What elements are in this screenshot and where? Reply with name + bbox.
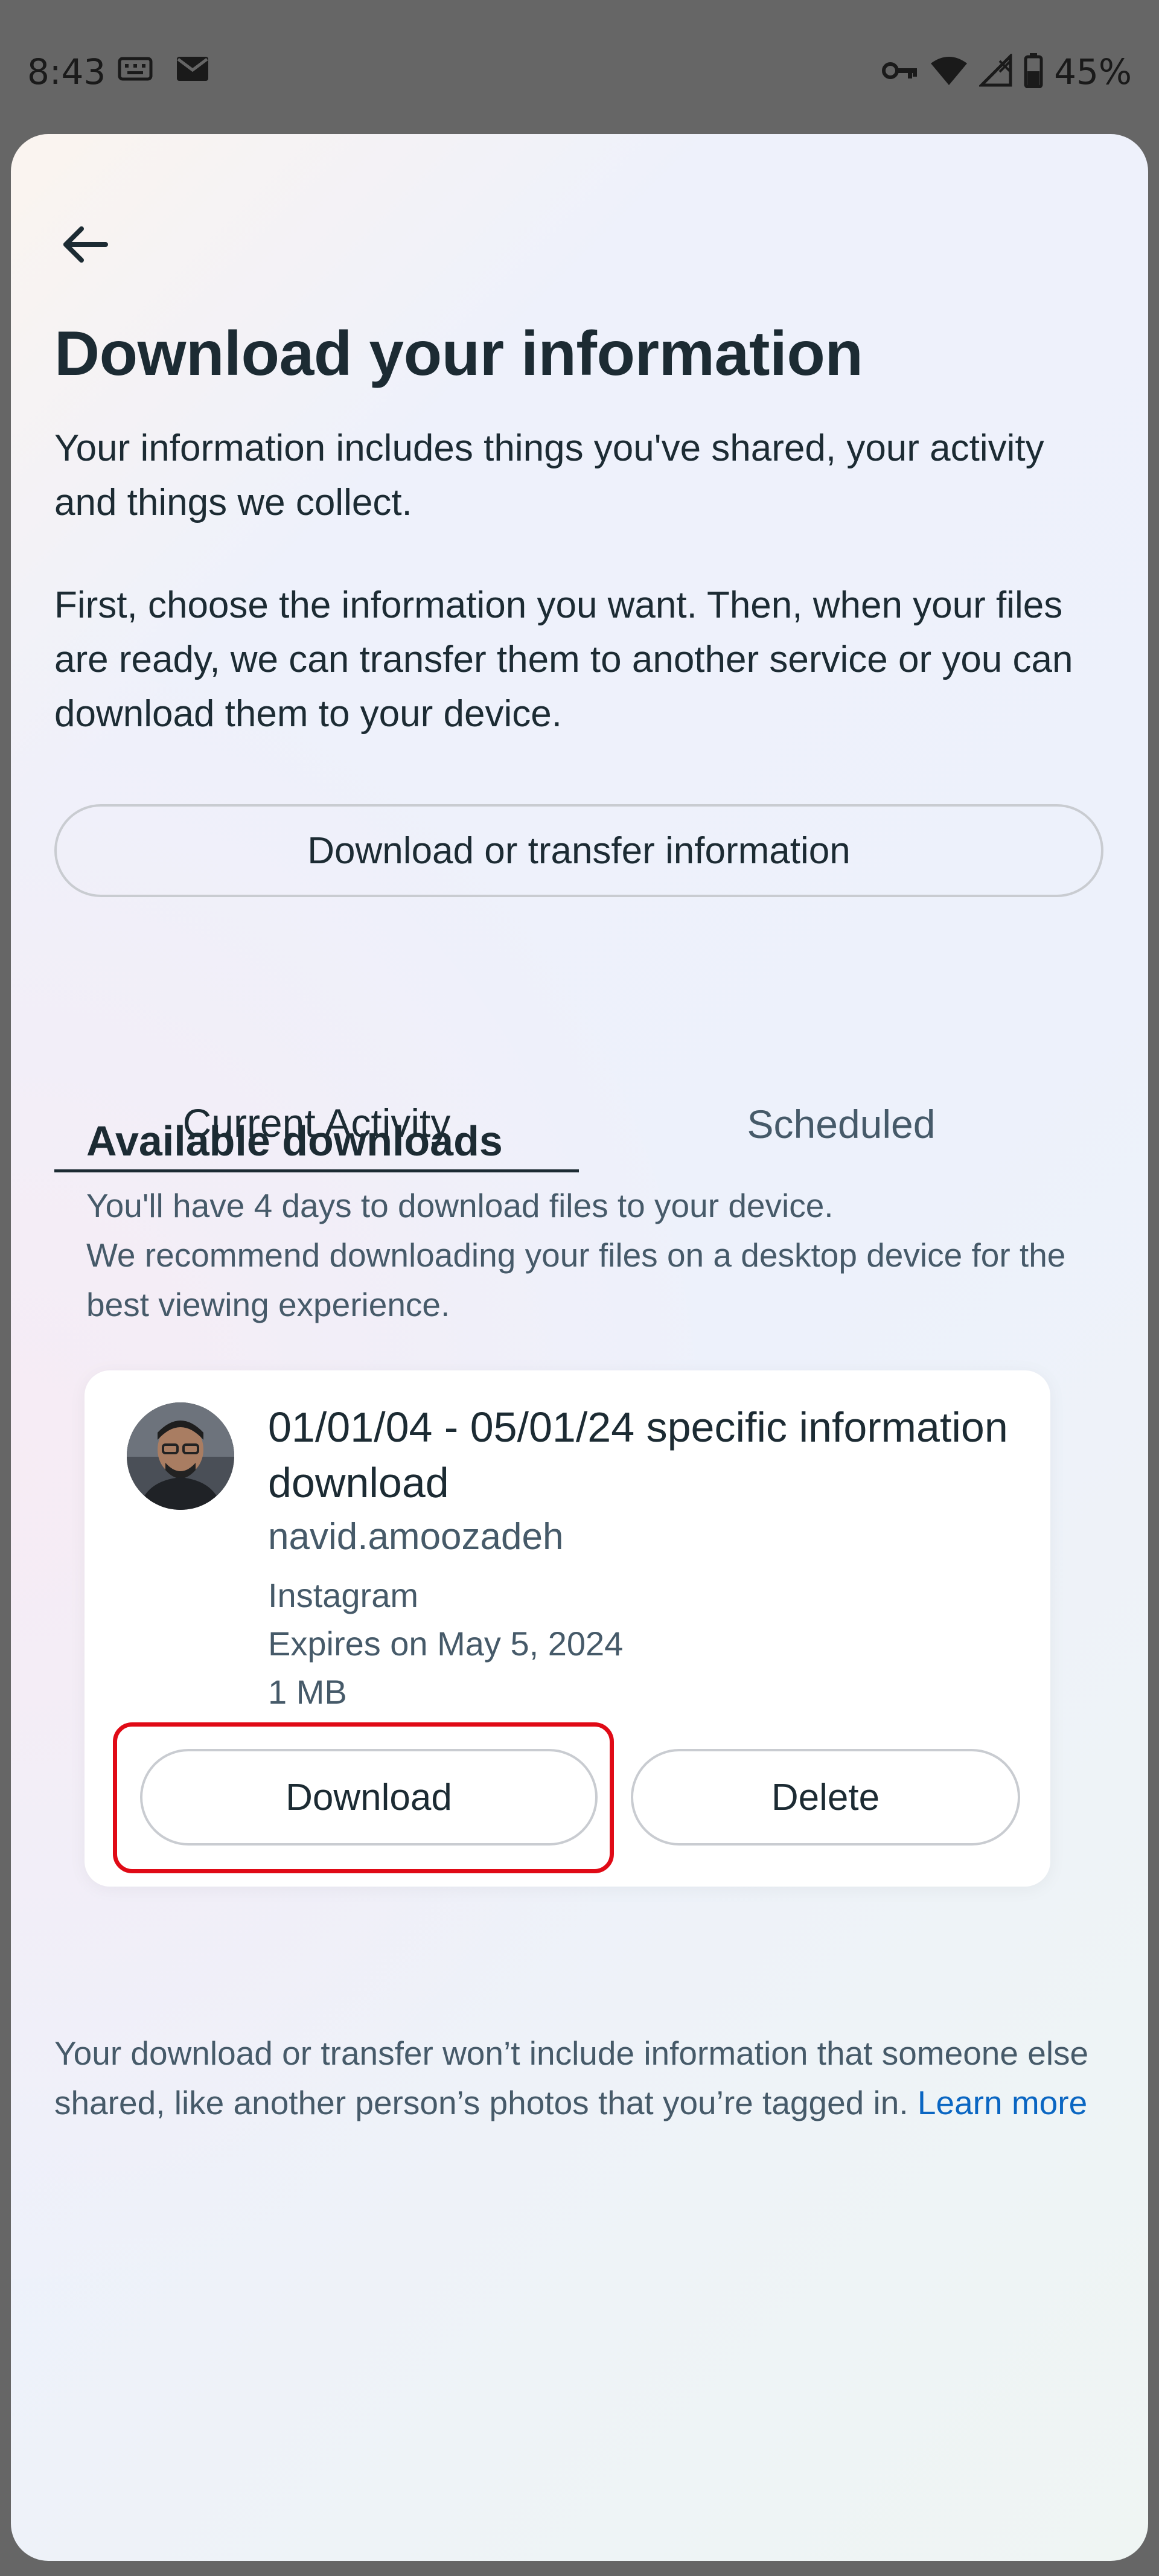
vpn-key-icon xyxy=(881,59,919,86)
download-card-expiry: Expires on May 5, 2024 xyxy=(268,1625,624,1663)
status-left-icons xyxy=(118,56,209,85)
intro-text: Your information includes things you've … xyxy=(54,427,1044,523)
battery-icon xyxy=(1024,53,1043,91)
learn-more-link[interactable]: Learn more xyxy=(918,2084,1087,2121)
signal-icon xyxy=(978,52,1013,91)
avatar xyxy=(127,1402,234,1510)
page-title: Download your information xyxy=(54,319,863,389)
delete-button[interactable]: Delete xyxy=(631,1749,1020,1846)
footer-note: Your download or transfer won’t include … xyxy=(54,2028,1117,2127)
download-button[interactable]: Download xyxy=(140,1749,598,1846)
tab-scheduled[interactable]: Scheduled xyxy=(579,1076,1103,1172)
keyboard-icon xyxy=(118,57,153,84)
intro-instructions: First, choose the information you want. … xyxy=(54,584,1073,735)
status-time: 8:43 xyxy=(27,51,106,92)
status-right: 45% xyxy=(881,51,1132,92)
available-desc-line-1: You'll have 4 days to download files to … xyxy=(86,1187,834,1224)
mail-icon xyxy=(176,56,209,85)
download-or-transfer-button[interactable]: Download or transfer information xyxy=(54,804,1103,897)
wifi-icon xyxy=(930,55,968,89)
download-card-source: Instagram xyxy=(268,1576,418,1614)
bottom-sheet: Download your information Your informati… xyxy=(11,134,1148,2561)
available-downloads-description: You'll have 4 days to download files to … xyxy=(86,1181,1076,1329)
download-card-username: navid.amoozadeh xyxy=(268,1516,564,1558)
download-card-title: 01/01/04 - 05/01/24 specific information… xyxy=(268,1404,1008,1506)
available-downloads-heading: Available downloads xyxy=(86,1117,503,1165)
battery-percent: 45% xyxy=(1054,51,1132,92)
back-button[interactable] xyxy=(52,213,118,279)
available-desc-line-2: We recommend downloading your files on a… xyxy=(86,1236,1066,1323)
status-bar: 8:43 45% xyxy=(0,0,1159,134)
download-card-size: 1 MB xyxy=(268,1673,347,1711)
arrow-left-icon xyxy=(61,225,109,267)
